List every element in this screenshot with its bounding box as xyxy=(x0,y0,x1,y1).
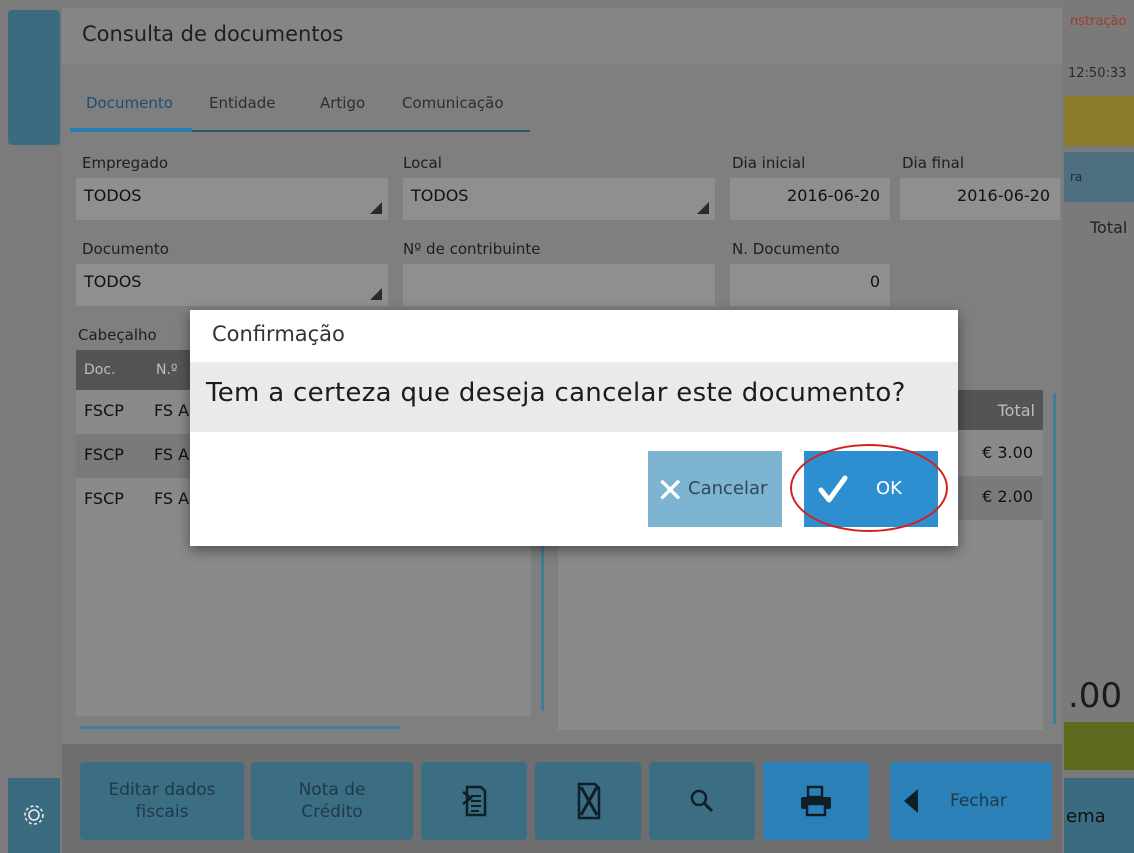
tab-artigo[interactable]: Artigo xyxy=(320,94,365,112)
dialog-message-area: Tem a certeza que deseja cancelar este d… xyxy=(190,362,958,432)
cancel-button[interactable]: ✕ Cancelar xyxy=(648,451,782,527)
confirmation-dialog: Confirmação Tem a certeza que deseja can… xyxy=(190,310,958,546)
dialog-title: Confirmação xyxy=(212,322,345,346)
dropdown-corner-icon xyxy=(370,202,382,214)
yellow-action-button[interactable] xyxy=(1064,96,1134,146)
dialog-message: Tem a certeza que deseja cancelar este d… xyxy=(206,378,906,408)
editar-label: Editar dados fiscais xyxy=(108,780,216,822)
document-cancel-icon xyxy=(577,782,601,820)
dia-inicial-value: 2016-06-20 xyxy=(787,186,880,205)
close-icon: ✕ xyxy=(656,471,685,511)
vertical-scrollbar[interactable] xyxy=(1053,394,1056,724)
row-doc: FSCP xyxy=(84,489,124,508)
tab-documento[interactable]: Documento xyxy=(86,94,173,112)
n-documento-value: 0 xyxy=(869,272,880,291)
settings-button[interactable] xyxy=(8,778,60,853)
cancel-document-button[interactable] xyxy=(535,762,641,840)
col-doc-header: Doc. xyxy=(84,362,116,378)
local-select[interactable]: TODOS xyxy=(403,178,715,220)
dropdown-corner-icon xyxy=(697,202,709,214)
dia-inicial-field[interactable]: 2016-06-20 xyxy=(730,178,890,220)
dia-final-field[interactable]: 2016-06-20 xyxy=(900,178,1060,220)
empregado-label: Empregado xyxy=(82,154,169,172)
documento-value: TODOS xyxy=(84,272,142,291)
row-total: € 3.00 xyxy=(982,443,1033,462)
green-action-button[interactable] xyxy=(1064,722,1134,770)
col-total-header: Total xyxy=(997,401,1035,420)
left-rail-button[interactable] xyxy=(8,10,60,145)
back-arrow-icon xyxy=(904,789,918,813)
row-total: € 2.00 xyxy=(982,487,1033,506)
gear-icon xyxy=(24,805,44,825)
printer-icon xyxy=(801,785,831,817)
documento-select[interactable]: TODOS xyxy=(76,264,388,306)
document-detail-button[interactable] xyxy=(421,762,527,840)
row-num: FS A xyxy=(154,401,190,420)
blue-action-button[interactable]: ra xyxy=(1064,152,1134,202)
dia-inicial-label: Dia inicial xyxy=(732,154,806,172)
row-num: FS A xyxy=(154,489,190,508)
row-doc: FSCP xyxy=(84,401,124,420)
page-title: Consulta de documentos xyxy=(82,22,344,46)
dropdown-corner-icon xyxy=(370,288,382,300)
n-documento-label: N. Documento xyxy=(732,240,840,258)
documento-label: Documento xyxy=(82,240,169,258)
total-label: Total xyxy=(1090,218,1128,237)
total-amount: .00 xyxy=(1068,676,1123,716)
local-label: Local xyxy=(403,154,442,172)
n-documento-field[interactable]: 0 xyxy=(730,264,890,306)
dia-final-label: Dia final xyxy=(902,154,964,172)
clock-time: 12:50:33 xyxy=(1068,66,1127,81)
contribuinte-field[interactable] xyxy=(403,264,715,306)
row-doc: FSCP xyxy=(84,445,124,464)
editar-dados-fiscais-button[interactable]: Editar dados fiscais xyxy=(80,762,244,840)
system-button-label: ema xyxy=(1066,806,1106,827)
cancel-label: Cancelar xyxy=(688,478,768,499)
nota-de-credito-button[interactable]: Nota de Crédito xyxy=(251,762,413,840)
horizontal-scrollbar[interactable] xyxy=(80,726,400,729)
col-num-header: N.º xyxy=(156,362,178,378)
search-button[interactable] xyxy=(649,762,755,840)
fechar-button[interactable]: Fechar xyxy=(890,762,1052,840)
active-tab-indicator xyxy=(70,128,192,132)
cabecalho-label: Cabeçalho xyxy=(78,326,157,344)
empregado-value: TODOS xyxy=(84,186,142,205)
contribuinte-label: Nº de contribuinte xyxy=(403,240,541,258)
dia-final-value: 2016-06-20 xyxy=(957,186,1050,205)
document-list-icon xyxy=(462,785,487,817)
fechar-label: Fechar xyxy=(950,791,1007,811)
system-button[interactable]: ema xyxy=(1064,778,1134,853)
tab-comunicacao[interactable]: Comunicação xyxy=(402,94,504,112)
nota-label: Nota de Crédito xyxy=(298,780,366,822)
print-button[interactable] xyxy=(763,762,869,840)
blue-action-label: ra xyxy=(1070,170,1083,184)
row-num: FS A xyxy=(154,445,190,464)
search-icon xyxy=(690,789,714,813)
mode-label: nstração xyxy=(1070,14,1127,29)
ok-highlight-ring xyxy=(790,444,948,532)
tab-entidade[interactable]: Entidade xyxy=(209,94,276,112)
vertical-scrollbar[interactable] xyxy=(541,540,544,710)
local-value: TODOS xyxy=(411,186,469,205)
empregado-select[interactable]: TODOS xyxy=(76,178,388,220)
